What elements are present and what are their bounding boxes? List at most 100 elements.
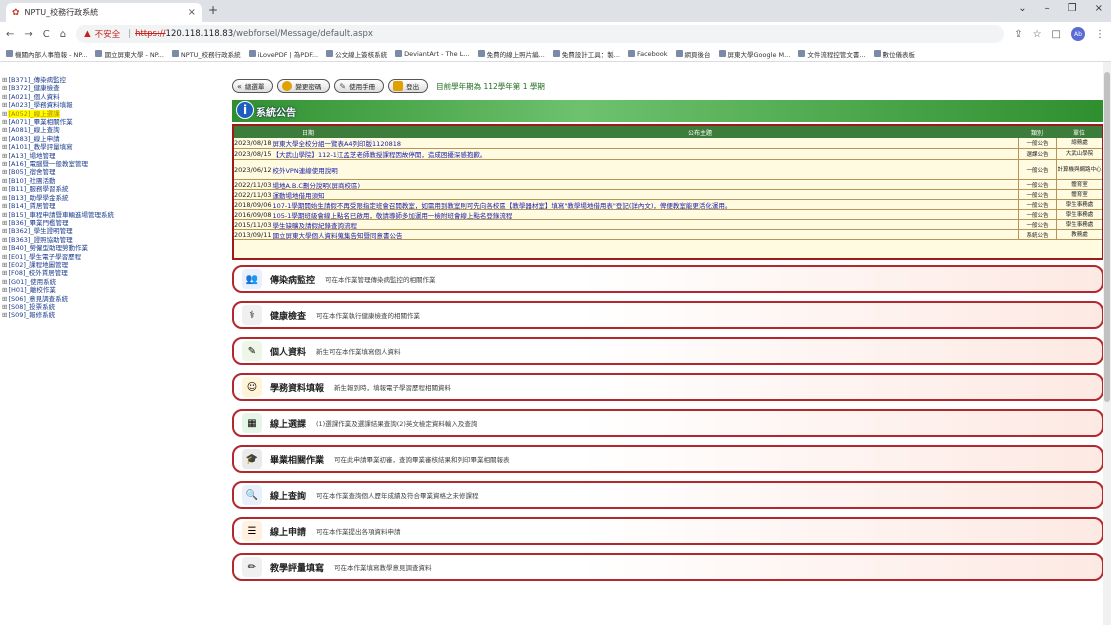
share-icon[interactable]: ⇪	[1014, 29, 1022, 40]
module-title[interactable]: 健康檢查	[270, 309, 306, 322]
bookmark-item[interactable]: Facebook	[627, 50, 668, 58]
module-card[interactable]: ▦ 線上選課 (1)選課作業及選課結果查詢(2)英文檢定資料輸入及查詢	[232, 409, 1104, 437]
expand-plus-icon[interactable]: ⊞	[2, 177, 7, 185]
expand-plus-icon[interactable]: ⊞	[2, 101, 7, 109]
sidebar-item[interactable]: [E01]_學生電子學習歷程	[8, 253, 81, 261]
bookmark-item[interactable]: 免費設計工具：製...	[552, 49, 620, 59]
sidebar-item[interactable]: [F08]_校外賃居管理	[8, 269, 67, 277]
expand-plus-icon[interactable]: ⊞	[2, 261, 7, 269]
bookmark-item[interactable]: iLovePDF | 為PDF...	[248, 49, 318, 59]
bookmark-item[interactable]: 屏東大學Google M...	[718, 49, 790, 59]
sidebar-item[interactable]: [S06]_意見調查系統	[8, 295, 68, 303]
module-card[interactable]: ✎ 個人資料 新生可在本作業填寫個人資料	[232, 337, 1104, 365]
sidebar-item[interactable]: [B15]_車程申請暨車輛進場管理系統	[8, 211, 114, 219]
module-title[interactable]: 個人資料	[270, 345, 306, 358]
announcement-link[interactable]: 107-1學期開始生請假不再受限指定班會召開教室，如需用到教室則可先向各校區【教…	[272, 200, 731, 210]
module-title[interactable]: 教學評量填寫	[270, 561, 324, 574]
announcement-link[interactable]: 場地A.B.C劃分說明(屏商校區)	[272, 180, 360, 190]
module-title[interactable]: 線上選課	[270, 417, 306, 430]
expand-plus-icon[interactable]: ⊞	[2, 135, 7, 143]
url-input[interactable]: ▲ 不安全 | https:// 120.118.118.83 /webfors…	[76, 25, 1005, 43]
expand-plus-icon[interactable]: ⊞	[2, 126, 7, 134]
sidebar-item[interactable]: [A052]_線上選課	[8, 109, 60, 119]
sidepanel-icon[interactable]: □	[1052, 29, 1061, 40]
sidebar-item[interactable]: [B372]_健康檢查	[8, 84, 59, 92]
expand-plus-icon[interactable]: ⊞	[2, 227, 7, 235]
announcement-link[interactable]: 學生缺曠及請假紀錄查詢流程	[272, 220, 357, 230]
bookmark-item[interactable]: 機關內部人事簡報 - NP...	[6, 49, 87, 59]
module-card[interactable]: ☰ 線上申請 可在本作業提出各項資料申請	[232, 517, 1104, 545]
sidebar-item[interactable]: [A16]_電腦暨一般教室管理	[8, 160, 88, 168]
sidebar-item[interactable]: [E02]_課程地圖管理	[8, 261, 68, 269]
bookmark-item[interactable]: 文件流程控管文書...	[798, 49, 866, 59]
logout-button[interactable]: 登出	[388, 79, 429, 93]
chevron-down-icon[interactable]: ⌄	[1018, 3, 1026, 14]
bookmark-item[interactable]: 數位儀表板	[873, 49, 915, 59]
announcement-link[interactable]: 【大武山學院】112-1江孟芝老師教授課程因故停開，造成困擾深感抱歉。	[272, 149, 486, 159]
reload-icon[interactable]: C	[43, 29, 50, 40]
announcement-link[interactable]: 校外VPN連線使用說明	[272, 165, 337, 175]
sidebar-item[interactable]: [A071]_畢業相關作業	[8, 118, 72, 126]
expand-plus-icon[interactable]: ⊞	[2, 311, 7, 319]
sidebar-item[interactable]: [B05]_宿舍管理	[8, 168, 55, 176]
sidebar-item[interactable]: [A081]_線上查詢	[8, 126, 59, 134]
sidebar-item[interactable]: [G01]_使用系統	[8, 278, 56, 286]
close-tab-icon[interactable]: ×	[188, 7, 196, 18]
expand-plus-icon[interactable]: ⊞	[2, 211, 7, 219]
expand-plus-icon[interactable]: ⊞	[2, 185, 7, 193]
expand-plus-icon[interactable]: ⊞	[2, 278, 7, 286]
module-title[interactable]: 線上申請	[270, 525, 306, 538]
announcement-link[interactable]: 國立屏東大學個人資料蒐集告知暨同意書公告	[272, 230, 402, 240]
announcement-link[interactable]: 運動場地借用須知	[272, 190, 324, 200]
sidebar-item[interactable]: [B363]_證照協助管理	[8, 236, 72, 244]
announcement-link[interactable]: 屏東大學全校分組一覽表A4列印版1120818	[272, 138, 401, 148]
expand-plus-icon[interactable]: ⊞	[2, 236, 7, 244]
expand-plus-icon[interactable]: ⊞	[2, 76, 7, 84]
expand-plus-icon[interactable]: ⊞	[2, 253, 7, 261]
module-card[interactable]: ⚕ 健康檢查 可在本作業執行健康檢查的相關作業	[232, 301, 1104, 329]
module-card[interactable]: ✏ 教學評量填寫 可在本作業填寫教學意見調查資料	[232, 553, 1104, 581]
expand-plus-icon[interactable]: ⊞	[2, 110, 7, 118]
restore-icon[interactable]: ❐	[1068, 3, 1077, 14]
expand-plus-icon[interactable]: ⊞	[2, 286, 7, 294]
bookmark-item[interactable]: DeviantArt - The L...	[395, 50, 470, 58]
sidebar-item[interactable]: [A023]_學務資料填報	[8, 101, 72, 109]
sidebar-item[interactable]: [B14]_賃居管理	[8, 202, 55, 210]
user-manual-button[interactable]: ✎ 使用手冊	[334, 79, 385, 93]
expand-plus-icon[interactable]: ⊞	[2, 143, 7, 151]
expand-plus-icon[interactable]: ⊞	[2, 152, 7, 160]
sidebar-item[interactable]: [A13]_場地管理	[8, 152, 55, 160]
sidebar-item[interactable]: [B10]_社團活動	[8, 177, 55, 185]
sidebar-item[interactable]: [S08]_投票系統	[8, 303, 55, 311]
bookmark-item[interactable]: 免費的線上照片編...	[477, 49, 545, 59]
module-title[interactable]: 畢業相關作業	[270, 453, 324, 466]
home-icon[interactable]: ⌂	[60, 29, 66, 40]
module-card[interactable]: ☺ 學務資料填報 新生報到時，填報電子學習歷程相關資料	[232, 373, 1104, 401]
bookmark-item[interactable]: 公文線上簽核系統	[326, 49, 387, 59]
new-tab-icon[interactable]: +	[208, 3, 218, 17]
expand-plus-icon[interactable]: ⊞	[2, 194, 7, 202]
expand-plus-icon[interactable]: ⊞	[2, 244, 7, 252]
sidebar-item[interactable]: [A021]_個人資料	[8, 93, 59, 101]
sidebar-item[interactable]: [B371]_傳染病監控	[8, 76, 66, 84]
sidebar-item[interactable]: [H01]_離校作業	[8, 286, 55, 294]
module-card[interactable]: 🔍 線上查詢 可在本作業查詢個人歷年成績及符合畢業資格之未修課程	[232, 481, 1104, 509]
expand-plus-icon[interactable]: ⊞	[2, 295, 7, 303]
menu-kebab-icon[interactable]: ⋮	[1095, 29, 1105, 40]
change-password-button[interactable]: 變更密碼	[277, 79, 331, 93]
profile-avatar[interactable]: Ab	[1071, 27, 1085, 41]
module-title[interactable]: 學務資料填報	[270, 381, 324, 394]
bookmark-item[interactable]: 網頁後台	[675, 49, 711, 59]
expand-plus-icon[interactable]: ⊞	[2, 93, 7, 101]
sidebar-item[interactable]: [S09]_報修系統	[8, 311, 55, 319]
bookmark-item[interactable]: 國立屏東大學 - NP...	[95, 49, 164, 59]
sidebar-item[interactable]: [B13]_助學學金系統	[8, 194, 68, 202]
bookmark-item[interactable]: NPTU_校務行政系統	[171, 49, 241, 59]
module-card[interactable]: 🎓 畢業相關作業 可在此申請畢業初審，查詢畢業審核結果和列印畢業相關報表	[232, 445, 1104, 473]
module-title[interactable]: 線上查詢	[270, 489, 306, 502]
expand-plus-icon[interactable]: ⊞	[2, 202, 7, 210]
close-window-icon[interactable]: ×	[1095, 3, 1103, 14]
bookmark-star-icon[interactable]: ☆	[1033, 29, 1042, 40]
expand-plus-icon[interactable]: ⊞	[2, 269, 7, 277]
sidebar-item[interactable]: [B362]_學生證明管理	[8, 227, 72, 235]
